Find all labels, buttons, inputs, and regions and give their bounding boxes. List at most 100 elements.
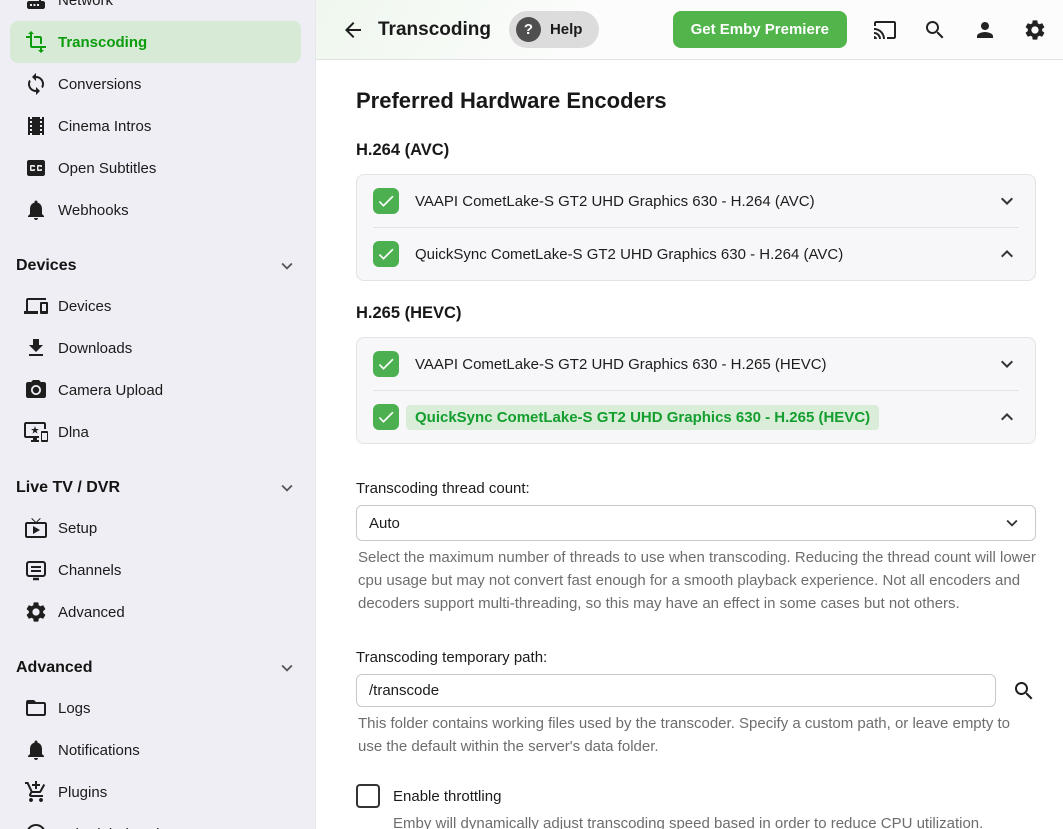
sidebar-item-label: Webhooks [58, 202, 129, 219]
encoder-label: QuickSync CometLake-S GT2 UHD Graphics 6… [415, 246, 843, 263]
sidebar-item-logs[interactable]: Logs [10, 687, 301, 729]
sidebar-section-devices[interactable]: Devices [0, 247, 315, 285]
sidebar-item-plugins[interactable]: Plugins [10, 771, 301, 813]
chevron-up-icon[interactable] [995, 242, 1019, 266]
bell-icon [24, 198, 48, 222]
sidebar-item-open-subtitles[interactable]: Open Subtitles [10, 147, 301, 189]
gear-icon[interactable] [1023, 18, 1047, 42]
checked-checkbox[interactable] [373, 404, 399, 430]
sidebar-item-webhooks[interactable]: Webhooks [10, 189, 301, 231]
sidebar-item-label: Network [58, 0, 113, 9]
help-button[interactable]: ? Help [509, 11, 600, 48]
sidebar-item-network[interactable]: Network [10, 0, 301, 21]
live-tv-icon [24, 516, 48, 540]
sidebar-item-label: Advanced [58, 604, 125, 621]
encoder-label: VAAPI CometLake-S GT2 UHD Graphics 630 -… [415, 193, 815, 210]
get-emby-premiere-button[interactable]: Get Emby Premiere [673, 11, 847, 48]
main-panel: Transcoding ? Help Get Emby Premiere Pre… [316, 0, 1063, 829]
browse-search-icon[interactable] [1012, 679, 1036, 703]
sync-icon [24, 72, 48, 96]
section-title: Devices [16, 257, 77, 275]
sidebar-item-camera-upload[interactable]: Camera Upload [10, 369, 301, 411]
settings-content: Preferred Hardware Encoders H.264 (AVC) … [316, 60, 1063, 829]
sidebar-section-live-tv[interactable]: Live TV / DVR [0, 469, 315, 507]
sidebar-item-label: Scheduled Tasks [58, 826, 171, 829]
cast-icon[interactable] [873, 18, 897, 42]
sidebar-item-dlna[interactable]: Dlna [10, 411, 301, 453]
sidebar-item-label: Downloads [58, 340, 132, 357]
cart-plus-icon [24, 780, 48, 804]
chevron-down-icon[interactable] [995, 189, 1019, 213]
encoder-group-title-h264: H.264 (AVC) [356, 141, 1036, 160]
sidebar-item-setup[interactable]: Setup [10, 507, 301, 549]
bell-icon [24, 738, 48, 762]
encoder-row[interactable]: QuickSync CometLake-S GT2 UHD Graphics 6… [357, 228, 1035, 280]
back-arrow-icon[interactable] [341, 18, 365, 42]
sidebar-item-label: Setup [58, 520, 97, 537]
closed-caption-icon [24, 156, 48, 180]
section-title: Advanced [16, 659, 92, 677]
page-header-title: Transcoding [378, 19, 491, 41]
gear-icon [24, 600, 48, 624]
sidebar-section-advanced[interactable]: Advanced [0, 649, 315, 687]
chevron-down-icon[interactable] [995, 352, 1019, 376]
sidebar-item-transcoding[interactable]: Transcoding [10, 21, 301, 63]
download-icon [24, 336, 48, 360]
user-icon[interactable] [973, 18, 997, 42]
encoder-card-h264: VAAPI CometLake-S GT2 UHD Graphics 630 -… [356, 174, 1036, 281]
thread-count-label: Transcoding thread count: [356, 480, 1036, 497]
top-header: Transcoding ? Help Get Emby Premiere [316, 0, 1063, 60]
film-icon [24, 114, 48, 138]
temp-path-input[interactable] [356, 674, 996, 707]
chevron-down-icon [276, 657, 298, 679]
channels-icon [24, 558, 48, 582]
search-icon[interactable] [923, 18, 947, 42]
throttling-description: Emby will dynamically adjust transcoding… [393, 815, 1036, 829]
sidebar-item-livetv-advanced[interactable]: Advanced [10, 591, 301, 633]
page-title: Preferred Hardware Encoders [356, 88, 1036, 114]
encoder-card-h265: VAAPI CometLake-S GT2 UHD Graphics 630 -… [356, 337, 1036, 444]
sidebar-item-label: Plugins [58, 784, 107, 801]
sidebar-item-label: Devices [58, 298, 111, 315]
sidebar-item-label: Cinema Intros [58, 118, 151, 135]
sidebar-item-conversions[interactable]: Conversions [10, 63, 301, 105]
thread-count-value: Auto [369, 515, 400, 532]
thread-count-description: Select the maximum number of threads to … [356, 546, 1036, 615]
chevron-down-icon [1001, 512, 1023, 534]
checked-checkbox[interactable] [373, 188, 399, 214]
checked-checkbox[interactable] [373, 351, 399, 377]
sidebar-item-label: Transcoding [58, 34, 147, 51]
sidebar-item-label: Dlna [58, 424, 89, 441]
chevron-down-icon [276, 255, 298, 277]
sidebar-item-channels[interactable]: Channels [10, 549, 301, 591]
folder-icon [24, 696, 48, 720]
sidebar-item-downloads[interactable]: Downloads [10, 327, 301, 369]
sidebar-item-scheduled-tasks[interactable]: Scheduled Tasks [10, 813, 301, 829]
sidebar-item-notifications[interactable]: Notifications [10, 729, 301, 771]
chevron-down-icon [276, 477, 298, 499]
sidebar-item-cinema-intros[interactable]: Cinema Intros [10, 105, 301, 147]
sidebar-item-devices[interactable]: Devices [10, 285, 301, 327]
devices-icon [24, 294, 48, 318]
question-mark-icon: ? [516, 17, 541, 42]
encoder-row[interactable]: QuickSync CometLake-S GT2 UHD Graphics 6… [357, 391, 1035, 443]
encoder-label: VAAPI CometLake-S GT2 UHD Graphics 630 -… [415, 356, 827, 373]
encoder-row[interactable]: VAAPI CometLake-S GT2 UHD Graphics 630 -… [357, 338, 1035, 390]
enable-throttling-checkbox[interactable] [356, 784, 380, 808]
sidebar-item-label: Logs [58, 700, 91, 717]
encoder-group-title-h265: H.265 (HEVC) [356, 304, 1036, 323]
clock-icon [24, 822, 48, 829]
checked-checkbox[interactable] [373, 241, 399, 267]
sidebar-item-label: Conversions [58, 76, 141, 93]
enable-throttling-label: Enable throttling [393, 788, 501, 805]
network-icon [24, 0, 48, 12]
chevron-up-icon[interactable] [995, 405, 1019, 429]
sidebar-item-label: Camera Upload [58, 382, 163, 399]
sidebar: Network Transcoding Conversions Cinema I… [0, 0, 316, 829]
sidebar-item-label: Notifications [58, 742, 140, 759]
encoder-label-highlighted: QuickSync CometLake-S GT2 UHD Graphics 6… [406, 405, 879, 430]
sidebar-item-label: Channels [58, 562, 121, 579]
temp-path-label: Transcoding temporary path: [356, 649, 1036, 666]
thread-count-select[interactable]: Auto [356, 505, 1036, 541]
encoder-row[interactable]: VAAPI CometLake-S GT2 UHD Graphics 630 -… [357, 175, 1035, 227]
